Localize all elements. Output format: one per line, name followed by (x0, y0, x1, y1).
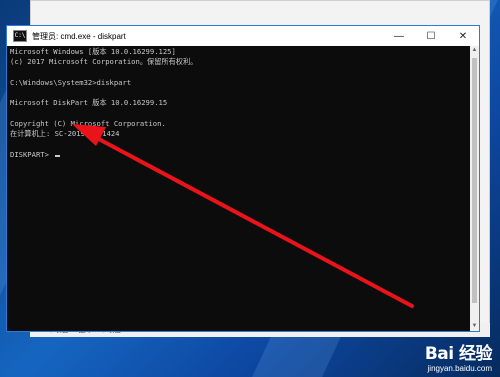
watermark-url: jingyan.baidu.com (427, 364, 492, 373)
watermark-logo: Bai 经验 (424, 344, 493, 364)
baidu-watermark: Bai 经验 jingyan.baidu.com (424, 339, 493, 373)
annotation-arrow-icon (72, 124, 414, 308)
